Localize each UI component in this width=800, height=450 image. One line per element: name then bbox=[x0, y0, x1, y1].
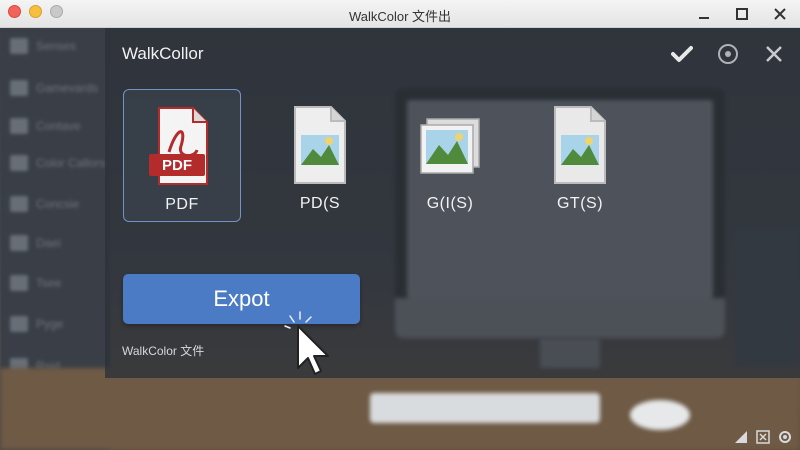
check-icon[interactable] bbox=[670, 42, 694, 66]
notification-icon[interactable] bbox=[756, 430, 770, 444]
background-keyboard bbox=[370, 393, 600, 423]
document-icon bbox=[10, 118, 28, 134]
format-option-gis[interactable]: G(I(S) bbox=[391, 89, 509, 222]
sidebar-item: Color Callors bbox=[10, 155, 105, 171]
settings-icon[interactable] bbox=[778, 430, 792, 444]
sidebar-item-label: Pyge bbox=[36, 317, 64, 331]
format-label: PDF bbox=[165, 196, 199, 213]
settings-icon[interactable] bbox=[716, 42, 740, 66]
sidebar-item-label: Concsie bbox=[36, 197, 80, 211]
window-title: WalkColor 文件出 bbox=[348, 9, 452, 24]
format-option-pdf[interactable]: PDF PDF bbox=[123, 89, 241, 222]
pdf-file-icon: PDF bbox=[147, 106, 217, 186]
minimize-icon[interactable] bbox=[694, 4, 714, 24]
sidebar-item-label: Contave bbox=[36, 119, 81, 133]
sidebar-item-label: Tsee bbox=[36, 276, 62, 290]
sidebar-item-label: Color Callors bbox=[36, 156, 106, 170]
format-option-gts[interactable]: GT(S) bbox=[521, 89, 639, 222]
format-option-pds[interactable]: PD(S bbox=[261, 89, 379, 222]
image-stack-icon bbox=[415, 105, 485, 185]
close-icon[interactable] bbox=[762, 42, 786, 66]
mouse-cursor-icon bbox=[284, 308, 334, 383]
sidebar-item: Senses bbox=[10, 38, 76, 54]
format-label: GT(S) bbox=[556, 195, 604, 212]
format-label: G(I(S) bbox=[426, 195, 474, 212]
folder-icon bbox=[10, 38, 28, 54]
sidebar-item: Gamevards bbox=[10, 80, 98, 96]
window-icon bbox=[10, 196, 28, 212]
palette-icon bbox=[10, 155, 28, 171]
dialog-header: WalkCollor bbox=[105, 28, 800, 74]
background-mouse bbox=[630, 400, 690, 430]
sidebar-item: Pyge bbox=[10, 316, 63, 332]
list-icon bbox=[10, 235, 28, 251]
sidebar-item-label: Gamevards bbox=[36, 81, 99, 95]
window-controls bbox=[694, 4, 790, 24]
image-file-icon bbox=[285, 105, 355, 185]
sidebar-item: Contave bbox=[10, 118, 81, 134]
dialog-actions bbox=[670, 42, 786, 66]
window-titlebar: WalkColor 文件出 bbox=[0, 0, 800, 28]
format-options: PDF PDF PD(S G(I(S) GT(S) bbox=[123, 89, 643, 222]
sidebar-item: Tsee bbox=[10, 275, 61, 291]
signal-icon[interactable] bbox=[734, 430, 748, 444]
sidebar-item-label: Daei bbox=[36, 236, 61, 250]
page-icon bbox=[10, 316, 28, 332]
format-label: PD(S bbox=[299, 195, 341, 212]
user-icon bbox=[10, 80, 28, 96]
sidebar-item-label: Senses bbox=[36, 39, 77, 53]
system-tray bbox=[734, 430, 792, 444]
sidebar-item: Daei bbox=[10, 235, 61, 251]
share-icon bbox=[10, 275, 28, 291]
close-icon[interactable] bbox=[770, 4, 790, 24]
sidebar-item: Concsie bbox=[10, 196, 79, 212]
dialog-title: WalkCollor bbox=[122, 44, 204, 63]
image-file-icon bbox=[545, 105, 615, 185]
export-dialog: WalkCollor PDF PDF PD(S G(I(S) GT(S) Exp… bbox=[105, 28, 800, 378]
pdf-badge-label: PDF bbox=[162, 157, 192, 174]
maximize-icon[interactable] bbox=[732, 4, 752, 24]
dialog-footer-text: WalkColor 文件 bbox=[122, 344, 205, 358]
